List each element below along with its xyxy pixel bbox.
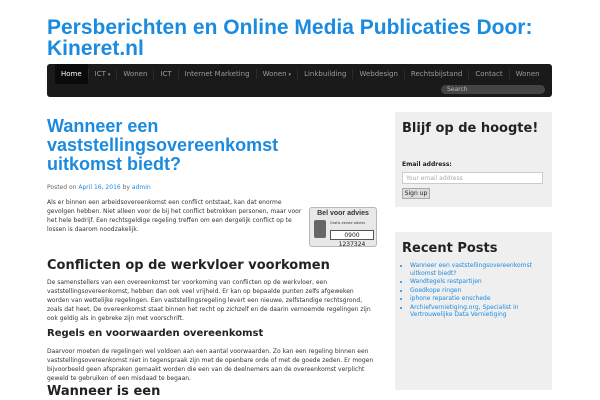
signup-button[interactable]: Sign up <box>402 188 430 199</box>
nav-item-wonen-3[interactable]: Wonen <box>510 64 546 84</box>
nav-item-linkbuilding[interactable]: Linkbuilding <box>298 64 352 84</box>
nav-item-wonen[interactable]: Wonen <box>117 64 153 84</box>
site-title[interactable]: Persberichten en Online Media Publicatie… <box>47 17 567 59</box>
recent-posts-list: Wanneer een vaststellingsovereenkomst ui… <box>410 262 548 320</box>
nav-item-label: Linkbuilding <box>304 70 347 78</box>
posted-on-label: Posted on <box>47 184 77 191</box>
nav-item-contact[interactable]: Contact <box>469 64 508 84</box>
nav-item-label: Wonen <box>262 70 287 78</box>
subscribe-widget-title: Blijf op de hoogte! <box>402 121 539 136</box>
article-title[interactable]: Wanneer een vaststellingsovereenkomst ui… <box>47 117 347 174</box>
chevron-down-icon: ▾ <box>107 72 111 78</box>
subscribe-widget: Blijf op de hoogte! Email address: Sign … <box>395 112 552 207</box>
nav-item-home[interactable]: Home <box>55 64 88 84</box>
phone-icon <box>314 220 326 238</box>
nav-item-label: Wonen <box>123 70 148 78</box>
nav-menu: Home ICT ▾ Wonen ICT Internet Marketing W… <box>55 64 546 84</box>
post-date-link[interactable]: April 16, 2016 <box>78 184 120 191</box>
section-text-conflicts: De samenstellers van een overeenkomst te… <box>47 279 371 322</box>
section-text-rules: Daarvoor moeten de regelingen wel voldoe… <box>47 348 374 382</box>
recent-posts-title: Recent Posts <box>402 241 498 256</box>
banner-title: Bel voor advies <box>317 210 369 217</box>
nav-item-label: Contact <box>475 70 503 78</box>
nav-item-label: Wonen <box>515 70 540 78</box>
recent-post-link[interactable]: Archiefvernietiging.org, Specialist in V… <box>410 304 548 319</box>
call-advice-banner[interactable]: Bel voor advies Gratis eerste advies 090… <box>309 207 377 248</box>
section-heading-rules: Regels en voorwaarden overeenkomst <box>47 328 264 339</box>
banner-subtitle: Gratis eerste advies <box>330 221 366 225</box>
email-label: Email address: <box>402 161 452 168</box>
nav-item-label: Internet Marketing <box>184 70 250 78</box>
recent-post-link[interactable]: Wanneer een vaststellingsovereenkomst ui… <box>410 262 548 277</box>
by-label: by <box>122 184 130 191</box>
recent-post-link[interactable]: Wandtegels restpartijen <box>410 278 548 286</box>
nav-item-ict[interactable]: ICT ▾ <box>89 64 117 84</box>
article-intro: Als er binnen een arbeidsovereenkomst ee… <box>47 199 302 233</box>
nav-item-label: ICT <box>160 70 172 78</box>
nav-item-internet-marketing[interactable]: Internet Marketing <box>179 64 256 84</box>
recent-post-link[interactable]: iphone reparatie enschede <box>410 295 548 303</box>
article-meta: Posted on April 16, 2016 by admin <box>47 184 151 191</box>
main-navigation: Home ICT ▾ Wonen ICT Internet Marketing W… <box>47 64 552 97</box>
chevron-down-icon: ▾ <box>288 72 292 78</box>
nav-item-label: Home <box>61 70 82 78</box>
nav-item-label: ICT <box>94 70 106 78</box>
banner-phone-number: 0900 1237324 <box>330 230 374 248</box>
nav-item-wonen-2[interactable]: Wonen ▾ <box>257 64 298 84</box>
recent-post-link[interactable]: Goedkope ringen <box>410 287 548 295</box>
email-field[interactable] <box>402 172 543 184</box>
recent-posts-widget: Recent Posts Wanneer een vaststellingsov… <box>395 232 552 390</box>
section-heading-conflicts: Conflicten op de werkvloer voorkomen <box>47 258 330 273</box>
nav-item-rechtsbijstand[interactable]: Rechtsbijstand <box>405 64 468 84</box>
nav-item-ict-2[interactable]: ICT <box>154 64 177 84</box>
nav-item-webdesign[interactable]: Webdesign <box>353 64 403 84</box>
author-link[interactable]: admin <box>132 184 151 191</box>
nav-item-label: Webdesign <box>359 70 398 78</box>
nav-item-label: Rechtsbijstand <box>410 70 463 78</box>
search-input[interactable] <box>441 85 545 94</box>
section-heading-when: Wanneer is een <box>47 384 161 399</box>
